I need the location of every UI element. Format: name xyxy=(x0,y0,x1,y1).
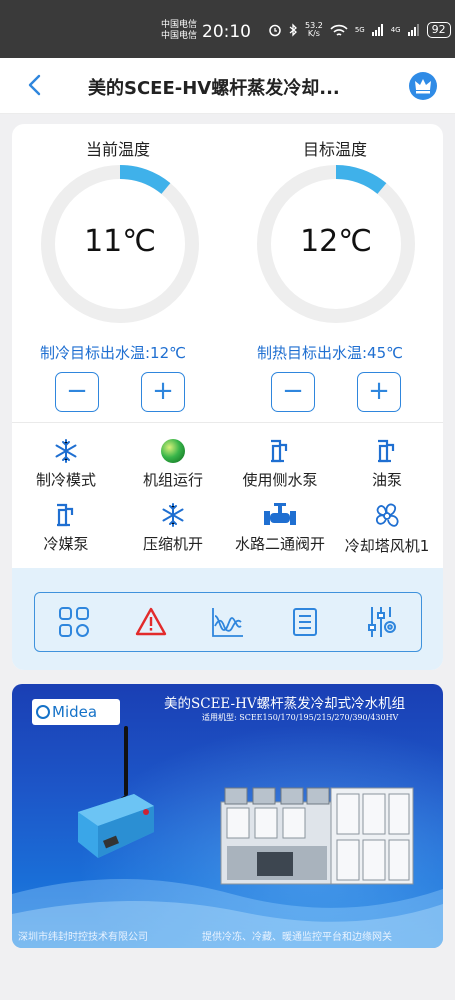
target-temp-value: 12℃ xyxy=(300,224,372,259)
alarm-warning-icon xyxy=(135,607,166,636)
trend-button[interactable] xyxy=(208,602,248,642)
banner-models: 适用机型: SCEE150/170/195/215/270/390/430HV xyxy=(202,713,399,722)
status-unit-running: 机组运行 xyxy=(118,438,228,490)
status-bar: 中国电信 中国电信 20:10 53.2 K/s 5G 4G 92 xyxy=(0,0,455,58)
cooling-decrease-button[interactable]: − xyxy=(55,372,99,412)
pump-icon xyxy=(57,503,74,527)
chiller-unit-image xyxy=(220,787,414,885)
fan-icon xyxy=(375,503,399,527)
cooling-setpoint: 制冷目标出水温:12℃ xyxy=(40,344,186,362)
snowflake-icon xyxy=(162,503,184,527)
pump-icon xyxy=(271,439,288,463)
promo-banner[interactable]: Midea 美的SCEE-HV螺杆蒸发冷却式冷水机组 适用机型: SCEE150… xyxy=(12,684,443,948)
target-temp-label: 目标温度 xyxy=(303,140,368,159)
carrier-info: 中国电信 中国电信 xyxy=(161,20,197,42)
net-speed: 53.2 K/s xyxy=(305,21,323,38)
toolbar-area xyxy=(12,568,443,670)
page-title: 美的SCEE-HV螺杆蒸发冷却... xyxy=(88,78,340,99)
pump-icon xyxy=(378,439,395,463)
crown-icon xyxy=(415,79,431,94)
current-temp-label: 当前温度 xyxy=(86,140,151,159)
banner-title: 美的SCEE-HV螺杆蒸发冷却式冷水机组 xyxy=(164,696,406,712)
status-compressor-on: 压缩机开 xyxy=(118,502,228,554)
heating-setpoint: 制热目标出水温:45℃ xyxy=(257,344,403,362)
chevron-left-icon xyxy=(28,74,41,96)
device-panel: 当前温度 目标温度 11℃ 12℃ 制冷目标出水温:12℃ 制热目标出水温:45… xyxy=(12,124,443,670)
signal-icon-2 xyxy=(407,24,419,36)
divider xyxy=(12,422,443,423)
heating-increase-button[interactable]: + xyxy=(357,372,401,412)
battery-indicator: 92 xyxy=(426,22,451,38)
signal-5g-label: 5G xyxy=(354,26,365,34)
signal-icon xyxy=(371,24,383,36)
midea-logo: Midea xyxy=(32,699,120,725)
status-cooling-mode: 制冷模式 xyxy=(12,438,121,490)
banner-company: 深圳市纬封时控技术有限公司 xyxy=(18,932,148,943)
function-toolbar xyxy=(34,592,422,652)
carrier-2: 中国电信 xyxy=(161,31,198,41)
trend-chart-icon xyxy=(212,608,243,637)
nav-bar: 美的SCEE-HV螺杆蒸发冷却... xyxy=(0,58,455,114)
heating-decrease-button[interactable]: − xyxy=(271,372,315,412)
status-oil-pump: 油泵 xyxy=(332,438,442,490)
status-refrigerant-pump: 冷媒泵 xyxy=(12,502,121,554)
clock: 20:10 xyxy=(202,22,251,42)
settings-sliders-icon xyxy=(368,607,397,637)
snowflake-icon xyxy=(55,439,77,463)
current-temp-value: 11℃ xyxy=(84,224,156,259)
status-icons: 53.2 K/s 5G 4G 92 xyxy=(268,22,451,38)
alarm-clock-icon xyxy=(269,24,281,37)
green-ball-icon xyxy=(161,439,185,463)
back-button[interactable] xyxy=(22,72,48,98)
cooling-increase-button[interactable]: + xyxy=(141,372,185,412)
records-button[interactable] xyxy=(285,602,325,642)
banner-slogan: 提供冷冻、冷藏、暖通监控平台和边缘网关 xyxy=(202,932,392,943)
status-cooling-tower-fan: 冷却塔风机1 xyxy=(332,502,442,556)
list-icon xyxy=(293,608,318,636)
status-user-side-pump: 使用侧水泵 xyxy=(225,438,335,490)
wifi-icon xyxy=(330,24,348,36)
settings-button[interactable] xyxy=(362,602,402,642)
crown-button[interactable] xyxy=(409,72,437,100)
bluetooth-icon xyxy=(289,23,297,37)
status-two-way-valve: 水路二通阀开 xyxy=(225,502,335,554)
valve-icon xyxy=(264,503,296,525)
carrier-1: 中国电信 xyxy=(161,20,198,30)
overview-button[interactable] xyxy=(54,602,94,642)
signal-4g-label: 4G xyxy=(390,26,401,34)
alarm-button[interactable] xyxy=(131,602,171,642)
gateway-device-icon xyxy=(78,794,154,858)
grid-icon xyxy=(58,607,89,637)
